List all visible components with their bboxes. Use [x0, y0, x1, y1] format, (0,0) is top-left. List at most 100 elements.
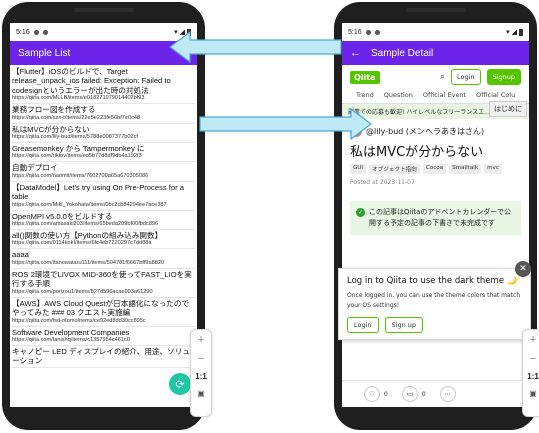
dark-theme-login-button[interactable]: Login — [347, 317, 379, 333]
tag-list: GUI オブジェクト指向 Cocoa Smalltalk mvc — [342, 162, 529, 176]
list-item-title: aaaa — [12, 250, 29, 260]
arrow-left-icon — [169, 30, 342, 64]
list-item[interactable]: 業務フロー図を作成する https://qiita.com/szn-t/items… — [12, 104, 195, 124]
list-item-url: https://qiita.com/MLLB/items/e0182719790… — [12, 95, 145, 102]
search-icon[interactable]: ⌕ — [440, 72, 445, 82]
dark-theme-signup-button[interactable]: Sign up — [384, 317, 424, 333]
back-arrow-icon[interactable]: ← — [350, 47, 361, 59]
zoom-out-icon[interactable]: － — [197, 349, 205, 368]
list-item-title: all()関数の使い方【Pythonの組み込み関数】 — [12, 231, 163, 241]
status-bar: 5:16 ▾ ◢ — [342, 23, 529, 41]
dark-theme-title: Log in to Qiita to use the dark theme 🌙 — [347, 276, 518, 286]
zoom-reset-label[interactable]: 1:1 — [195, 368, 207, 385]
right-screen: 5:16 ▾ ◢ ← Sample Detail Qiita ⌕ Login S… — [342, 23, 529, 407]
like-heart-icon[interactable]: ♡ — [364, 386, 380, 402]
list-item-title: ROS 2環境でLIVOX MID-360を使ってFAST_LIOを実行する手順 — [12, 269, 192, 289]
list-item-title: キャノピー LED ディスプレイの紹介、用途、ソリューション — [12, 346, 190, 366]
signal-icon: ◢ — [511, 29, 517, 36]
qiita-header: Qiita ⌕ Login Signup — [342, 65, 529, 89]
zoom-out-icon[interactable]: － — [529, 349, 537, 368]
battery-icon — [519, 28, 523, 36]
list-item-url: https://qiita.com/lily-bud/items/5788e00… — [12, 134, 138, 141]
list-item[interactable]: aaaa https://qiita.com/itanowataru111/ite… — [12, 249, 195, 269]
list-item-url: https://qiita.com/tanishq/items/c1357954… — [12, 336, 130, 343]
speaker-grille — [405, 8, 466, 12]
list-item-url: https://qiita.com/fsd-otomo/items/ce92ed… — [12, 317, 146, 324]
tag[interactable]: オブジェクト指向 — [369, 164, 420, 174]
list-item-title: 【AWS】AWS Cloud Questが日本語化になったのでやってみた ###… — [12, 298, 190, 318]
like-count: 0 — [384, 390, 388, 398]
settings-icon — [33, 29, 39, 35]
list-item[interactable]: Greasemonkey から Tampermonkey に https://qi… — [12, 143, 195, 163]
app-bar-title: Sample Detail — [371, 47, 434, 59]
login-button[interactable]: Login — [451, 69, 481, 85]
notification-icon — [374, 29, 380, 35]
list-item[interactable]: 自動デプロイ https://qiita.com/naomit/items/760… — [12, 162, 195, 182]
arrow-right-shape — [199, 107, 372, 141]
list-item-title: 【Flutter】iOSのビルドで、Target release_unpack_… — [12, 67, 171, 95]
check-icon: ✓ — [356, 208, 365, 217]
tag[interactable]: GUI — [350, 164, 367, 174]
tag[interactable]: mvc — [484, 164, 502, 174]
list-item-url: https://qiita.com/itanowataru111/items/5… — [12, 259, 165, 266]
screenshot-icon[interactable]: ▣ — [197, 385, 205, 402]
list-item[interactable]: 【DataModel】Let's try using On Pre-Proces… — [12, 182, 195, 211]
tag[interactable]: Smalltalk — [449, 164, 482, 174]
list-item-url: https://qiita.com/szn-t/items/22e5e223fe… — [12, 114, 141, 121]
list-item-title: Software Development Companies — [12, 327, 130, 337]
list-item-title: Greasemonkey から Tampermonkey に — [12, 144, 145, 154]
tab-official-column[interactable]: Official Colu — [476, 91, 515, 99]
article-title: 私はMVCが分からない — [350, 145, 484, 160]
list-item[interactable]: OpenMPI v5.0.0をビルドする https://qiita.com/am… — [12, 211, 195, 231]
list-item-title: OpenMPI v5.0.0をビルドする — [12, 211, 113, 221]
list-item-url: https://qiita.com/naomit/items/7602700a6… — [12, 172, 149, 179]
list-item-url: https://qiita.com/0114kokI/items/6fc4eb7… — [12, 240, 152, 247]
tab-trend[interactable]: Trend — [356, 91, 374, 99]
list-item[interactable]: キャノピー LED ディスプレイの紹介、用途、ソリューション — [12, 346, 195, 368]
zoom-in-icon[interactable]: ＋ — [529, 330, 537, 349]
refresh-fab[interactable]: ⟳ — [169, 373, 191, 395]
author-name[interactable]: @lily-bud (メンヘラあきはさん) — [366, 126, 484, 137]
signup-button[interactable]: Signup — [486, 69, 521, 85]
list-item[interactable]: 【AWS】AWS Cloud Questが日本語化になったのでやってみた ###… — [12, 298, 195, 327]
list-item-title: 業務フロー図を作成する — [12, 105, 96, 115]
list-item[interactable]: Software Development Companies https://qi… — [12, 327, 195, 346]
draft-notice-text: この記事はQiitaのアドベントカレンダーで公開する予定の記事の下書きで未完成で… — [369, 208, 512, 227]
posted-date: Posted at 2023-11-07 — [350, 179, 415, 186]
zoom-toolbar: ＋ － 1:1 ▣ — [522, 329, 539, 417]
list-item-title: 自動デプロイ — [12, 163, 58, 173]
dark-theme-popup: Log in to Qiita to use the dark theme 🌙 … — [338, 268, 531, 340]
screenshot-icon[interactable]: ▣ — [529, 385, 537, 402]
left-screen: 5:16 ▾ ◢ Sample List 【Flutter】iOSのビルドで、T… — [10, 23, 197, 407]
list-item-title: 私はMVCが分からない — [12, 124, 90, 134]
qiita-logo[interactable]: Qiita — [350, 70, 380, 84]
list-item[interactable]: 【Flutter】iOSのビルドで、Target release_unpack_… — [12, 66, 195, 105]
app-bar-title: Sample List — [18, 47, 71, 59]
list-item[interactable]: all()関数の使い方【Pythonの組み込み関数】 https://qiita.… — [12, 230, 195, 250]
dark-theme-body: Once logged in, you can use the theme co… — [347, 292, 521, 309]
stock-icon[interactable]: ▭ — [401, 386, 418, 402]
list-item-url: https://qiita.com/porizou1/items/827d596… — [12, 288, 153, 295]
list-item[interactable]: 私はMVCが分からない https://qiita.com/lily-bud/it… — [12, 124, 195, 144]
list-item-url: https://qiita.com/riktov/items/ed5b77d8d… — [12, 153, 142, 160]
app-bar: ← Sample Detail — [342, 41, 529, 65]
speaker-grille — [73, 8, 134, 12]
like-bar: ♡ 0 ▭ 0 ⋯ — [342, 380, 529, 407]
zoom-in-icon[interactable]: ＋ — [197, 330, 205, 349]
status-icons: ▾ ◢ — [506, 28, 523, 36]
zoom-reset-label[interactable]: 1:1 — [527, 368, 539, 385]
article-list: 【Flutter】iOSのビルドで、Target release_unpack_… — [10, 65, 197, 369]
status-time: 5:16 — [16, 28, 30, 36]
toc-hajimeni-button[interactable]: はじめに — [489, 101, 527, 117]
refresh-icon: ⟳ — [175, 377, 185, 391]
list-item[interactable]: ROS 2環境でLIVOX MID-360を使ってFAST_LIOを実行する手順… — [12, 269, 195, 298]
tab-official-event[interactable]: Official Event — [423, 91, 466, 99]
right-phone: 5:16 ▾ ◢ ← Sample Detail Qiita ⌕ Login S… — [334, 2, 539, 430]
settings-icon — [365, 29, 371, 35]
more-icon[interactable]: ⋯ — [439, 386, 456, 402]
zoom-toolbar: ＋ － 1:1 ▣ — [190, 329, 212, 417]
close-icon[interactable]: ✕ — [515, 261, 531, 277]
tag[interactable]: Cocoa — [422, 164, 447, 174]
list-item-title: 【DataModel】Let's try using On Pre-Proces… — [12, 182, 184, 202]
tab-question[interactable]: Question — [384, 91, 413, 99]
